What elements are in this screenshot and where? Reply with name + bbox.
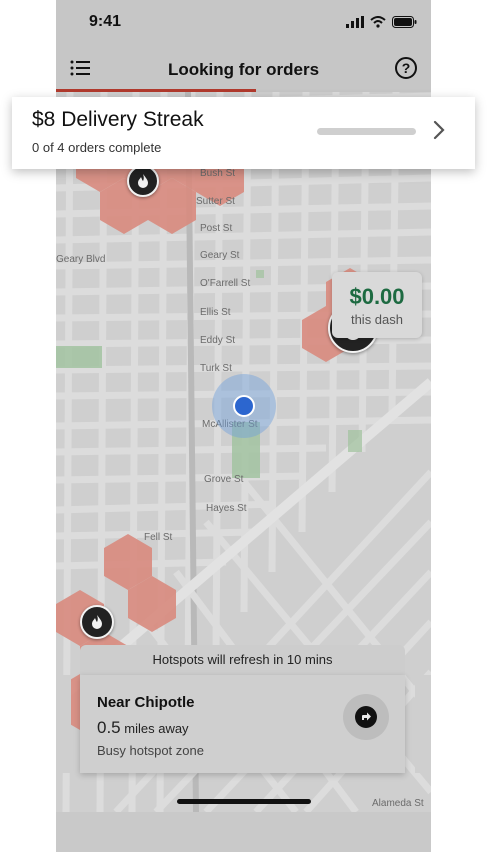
hotspot-marker[interactable] — [127, 165, 159, 197]
status-time: 9:41 — [89, 13, 122, 30]
street-label: O'Farrell St — [200, 278, 251, 289]
earnings-widget[interactable]: $0.00 this dash — [332, 272, 422, 338]
wifi-icon — [370, 16, 386, 28]
status-bar: 9:41 — [56, 0, 431, 44]
hotspot-title: Near Chipotle — [97, 694, 195, 711]
help-icon[interactable]: ? — [395, 57, 417, 79]
flame-icon — [138, 174, 148, 188]
streak-progress-text: 0 of 4 orders complete — [32, 140, 162, 155]
street-label: Alameda St — [372, 798, 424, 809]
signal-icon — [346, 16, 364, 28]
earnings-label: this dash — [350, 312, 404, 327]
battery-icon — [392, 16, 417, 28]
hotspot-marker[interactable] — [80, 605, 114, 639]
street-label: Geary Blvd — [56, 254, 106, 265]
street-label: Grove St — [204, 474, 244, 485]
distance-value: 0.5 — [97, 718, 121, 737]
flame-icon — [92, 615, 102, 629]
chevron-right-icon[interactable] — [432, 119, 446, 141]
hotspot-distance: 0.5 miles away — [97, 718, 189, 738]
street-label: Bush St — [200, 168, 236, 179]
hotspot-zone: Busy hotspot zone — [97, 743, 204, 758]
streak-title: $8 Delivery Streak — [32, 108, 204, 131]
street-label: Geary St — [200, 250, 240, 261]
street-label: Turk St — [200, 363, 232, 374]
directions-icon — [355, 706, 377, 728]
nav-bar: Looking for orders ? — [56, 44, 431, 92]
street-label: Fell St — [144, 532, 173, 543]
status-icons — [346, 15, 417, 29]
refresh-banner: Hotspots will refresh in 10 mins — [80, 645, 405, 675]
previous-hotspot-card[interactable] — [56, 675, 71, 773]
current-location-dot — [233, 395, 255, 417]
streak-progress-bar — [317, 128, 416, 135]
next-hotspot-card[interactable] — [415, 675, 431, 773]
distance-unit: miles away — [124, 721, 189, 736]
page-title: Looking for orders — [167, 60, 320, 79]
earnings-amount: $0.00 — [349, 284, 405, 309]
directions-button[interactable] — [343, 694, 389, 740]
street-label: Sutter St — [196, 196, 235, 207]
street-label: Hayes St — [206, 503, 247, 514]
street-label: Post St — [200, 223, 233, 234]
streak-card[interactable]: $8 Delivery Streak 0 of 4 orders complet… — [12, 97, 475, 169]
hotspot-card[interactable]: Near Chipotle 0.5 miles away Busy hotspo… — [80, 675, 405, 773]
street-label: Ellis St — [200, 307, 231, 318]
home-indicator — [177, 799, 311, 804]
street-label: Eddy St — [200, 335, 236, 346]
